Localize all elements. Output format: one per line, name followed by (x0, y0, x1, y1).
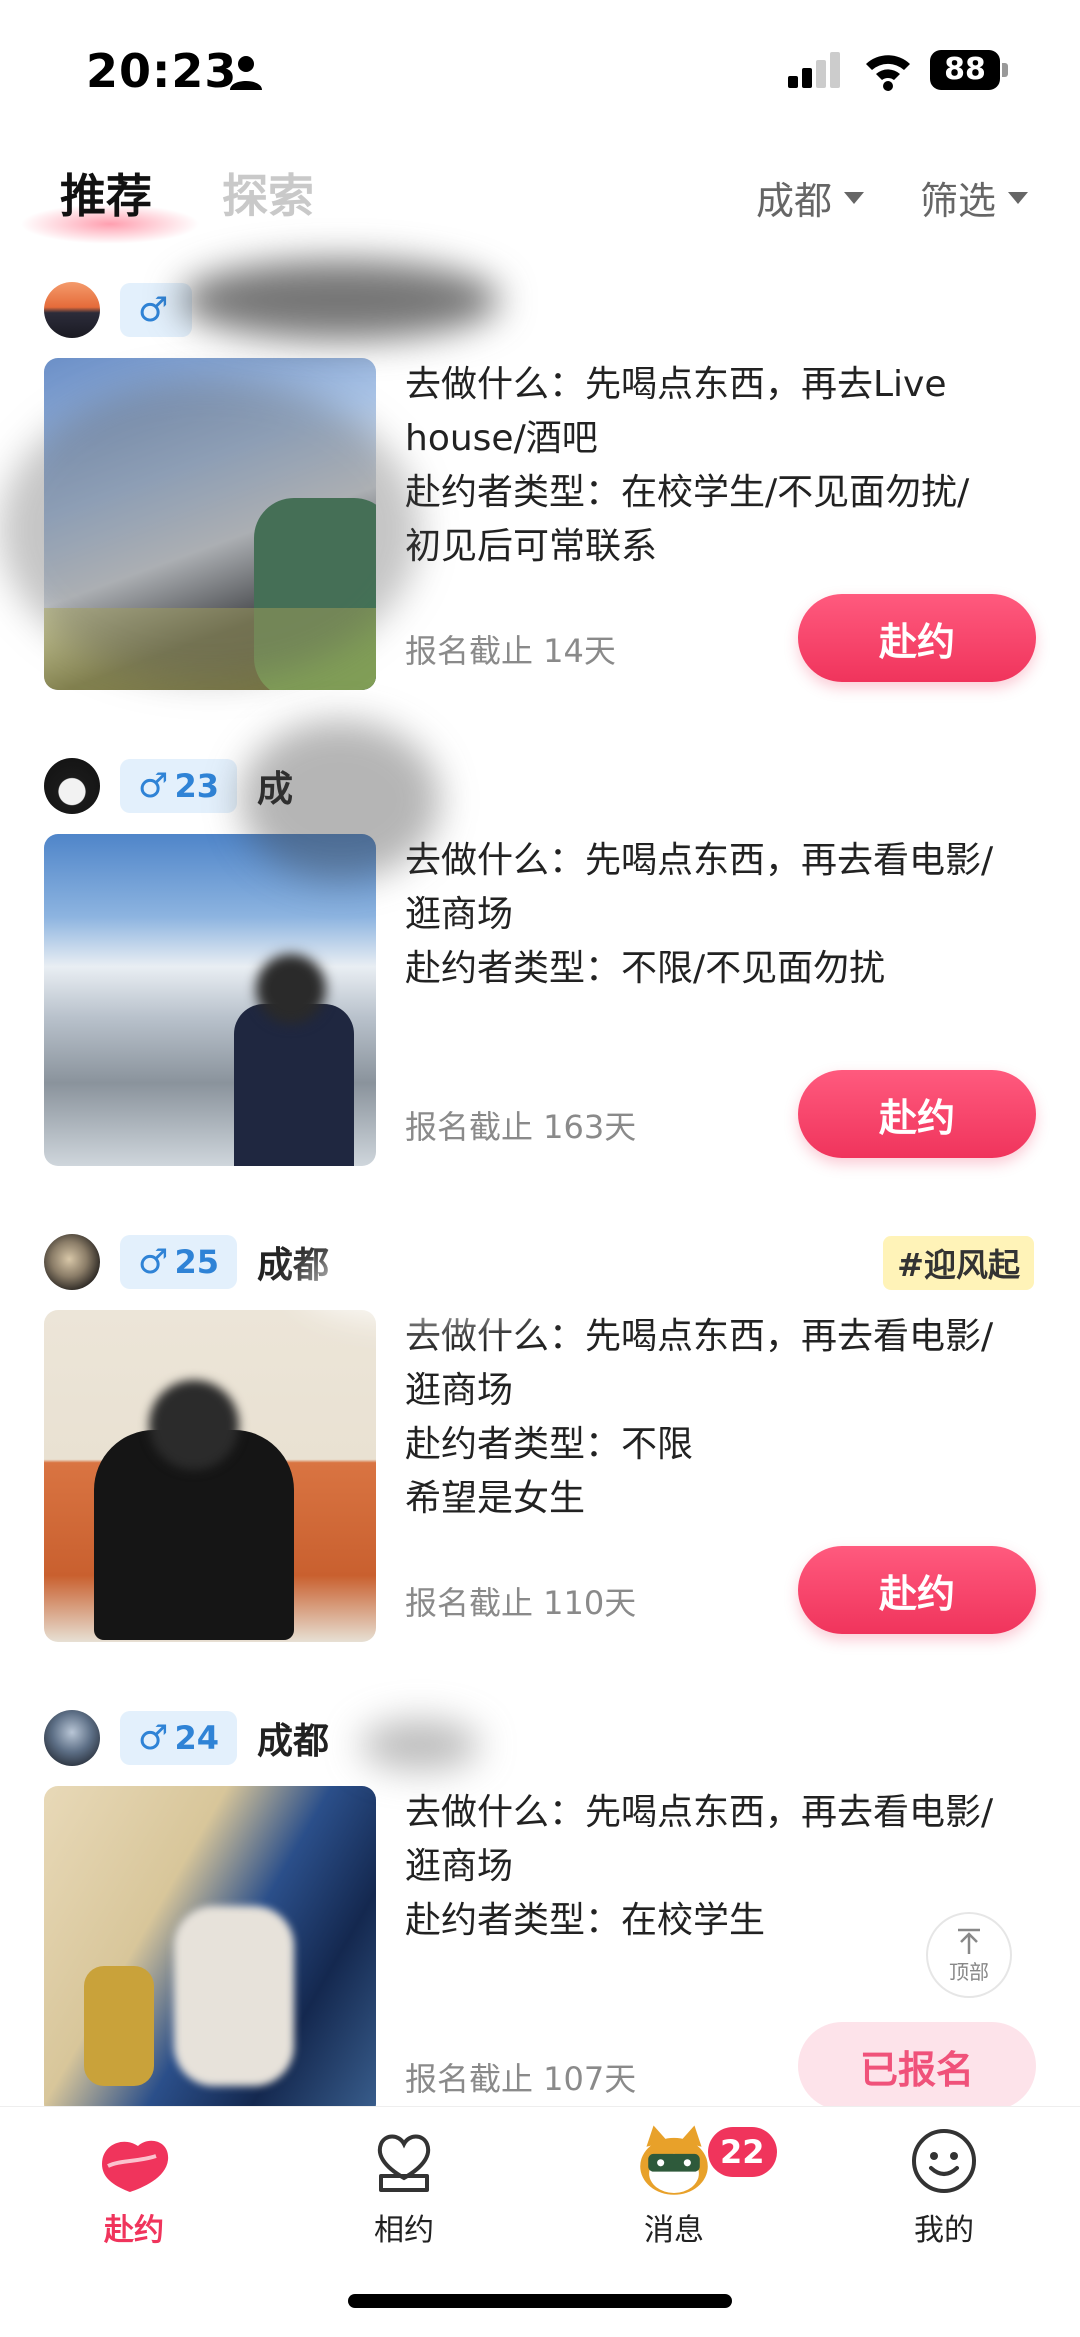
nav-item-me[interactable]: 我的 (854, 2121, 1034, 2249)
top-nav: 推荐 探索 成都 筛选 (0, 150, 1080, 244)
age-label: 23 (174, 767, 220, 805)
male-icon: ♂ (138, 766, 169, 806)
desc-line: 去做什么：先喝点东西，再去看电影/ (405, 1316, 994, 1357)
back-to-top-button[interactable]: 顶部 (926, 1912, 1012, 1998)
avatar[interactable] (44, 282, 100, 338)
avatar[interactable] (44, 1234, 100, 1290)
smile-icon (912, 2129, 976, 2193)
join-button[interactable]: 赴约 (798, 1070, 1036, 1158)
app-screen: 20:23 88 推荐 探索 成都 筛选 ♂ 去做什么：先喝点东西，再去Live… (0, 0, 1080, 2337)
filter-label: 筛选 (920, 179, 997, 223)
gender-age-badge: ♂ (120, 283, 193, 337)
desc-line: house/酒吧 (405, 418, 598, 459)
city-label: 成都 (756, 179, 833, 223)
desc-line: 逛商场 (405, 1846, 514, 1887)
nav-label: 相约 (374, 2213, 434, 2248)
tab-explore[interactable]: 探索 (222, 160, 314, 226)
deadline-label: 报名截止 14天 (405, 632, 616, 670)
nav-label: 赴约 (104, 2213, 164, 2248)
cat-avatar-icon (640, 2125, 708, 2195)
status-bar: 20:23 88 (0, 0, 1080, 140)
battery-icon: 88 (930, 50, 1010, 90)
post-card[interactable]: ♂ 去做什么：先喝点东西，再去Live house/酒吧 赴约者类型：在校学生/… (0, 282, 1080, 758)
post-meta: ♂ 24 成都 (44, 1710, 329, 1766)
avatar[interactable] (44, 1710, 100, 1766)
post-meta: ♂ 25 成都 (44, 1234, 329, 1290)
post-photo[interactable] (44, 1310, 376, 1642)
city-label: 成 (257, 769, 294, 810)
caret-down-icon (844, 191, 865, 204)
join-button[interactable]: 赴约 (798, 1546, 1036, 1634)
desc-line: 赴约者类型：不限/不见面勿扰 (405, 948, 886, 989)
post-meta: ♂ 23 成 (44, 758, 293, 814)
post-description: 去做什么：先喝点东西，再去看电影/ 逛商场 赴约者类型：不限/不见面勿扰 (405, 834, 1045, 996)
unread-count-badge: 22 (708, 2127, 777, 2177)
desc-line: 去做什么：先喝点东西，再去Live (405, 364, 947, 405)
male-icon: ♂ (138, 290, 169, 330)
desc-line: 逛商场 (405, 894, 514, 935)
cellular-signal-icon (788, 52, 840, 88)
applied-button[interactable]: 已报名 (798, 2022, 1036, 2110)
gender-age-badge: ♂ 25 (120, 1235, 238, 1289)
home-indicator[interactable] (348, 2294, 732, 2308)
avatar[interactable] (44, 758, 100, 814)
desc-line: 赴约者类型：在校学生/不见面勿扰/ (405, 472, 970, 513)
post-photo[interactable] (44, 358, 376, 690)
date-icon (102, 2140, 169, 2192)
post-card[interactable]: ♂ 25 成都 #迎风起 去做什么：先喝点东西，再去看电影/ 逛商场 赴约者类型… (0, 1234, 1080, 1710)
desc-line: 去做什么：先喝点东西，再去看电影/ (405, 1792, 994, 1833)
male-icon: ♂ (138, 1718, 169, 1758)
battery-level: 88 (930, 50, 1000, 90)
status-time: 20:23 (86, 44, 238, 98)
post-description: 去做什么：先喝点东西，再去Live house/酒吧 赴约者类型：在校学生/不见… (405, 358, 1045, 574)
join-button[interactable]: 赴约 (798, 594, 1036, 682)
nav-item-meet[interactable]: 相约 (314, 2121, 494, 2249)
desc-line: 初见后可常联系 (405, 526, 658, 567)
nav-item-date[interactable]: 赴约 (44, 2121, 224, 2249)
post-photo[interactable] (44, 1786, 376, 2118)
topic-tag-badge[interactable]: #迎风起 (883, 1236, 1034, 1290)
caret-down-icon (1008, 191, 1029, 204)
post-card[interactable]: ♂ 23 成 去做什么：先喝点东西，再去看电影/ 逛商场 赴约者类型：不限/不见… (0, 758, 1080, 1234)
post-description: 去做什么：先喝点东西，再去看电影/ 逛商场 赴约者类型：不限 希望是女生 (405, 1310, 1045, 1526)
age-label: 24 (174, 1719, 220, 1757)
back-to-top-label: 顶部 (949, 1959, 989, 1984)
tab-recommend[interactable]: 推荐 (60, 160, 152, 226)
age-label: 25 (174, 1243, 220, 1281)
wifi-icon (866, 55, 910, 91)
nav-label: 消息 (644, 2213, 704, 2248)
desc-line: 去做什么：先喝点东西，再去看电影/ (405, 840, 994, 881)
deadline-label: 报名截止 110天 (405, 1584, 637, 1622)
gender-age-badge: ♂ 23 (120, 759, 238, 813)
city-label: 成都 (257, 1245, 330, 1286)
city-dropdown[interactable]: 成都 (756, 170, 865, 225)
desc-line: 逛商场 (405, 1370, 514, 1411)
deadline-label: 报名截止 107天 (405, 2060, 637, 2098)
arrow-up-icon (958, 1928, 980, 1954)
person-icon (230, 56, 262, 90)
desc-line: 赴约者类型：不限 (405, 1424, 694, 1465)
male-icon: ♂ (138, 1242, 169, 1282)
nav-item-messages[interactable]: 消息 22 (584, 2121, 777, 2249)
heart-chat-icon (377, 2134, 431, 2192)
desc-line: 希望是女生 (405, 1478, 586, 1519)
filter-dropdown[interactable]: 筛选 (920, 170, 1029, 225)
post-meta: ♂ (44, 282, 212, 338)
post-photo[interactable] (44, 834, 376, 1166)
city-label: 成都 (257, 1721, 330, 1762)
nav-label: 我的 (914, 2213, 974, 2248)
gender-age-badge: ♂ 24 (120, 1711, 238, 1765)
deadline-label: 报名截止 163天 (405, 1108, 637, 1146)
